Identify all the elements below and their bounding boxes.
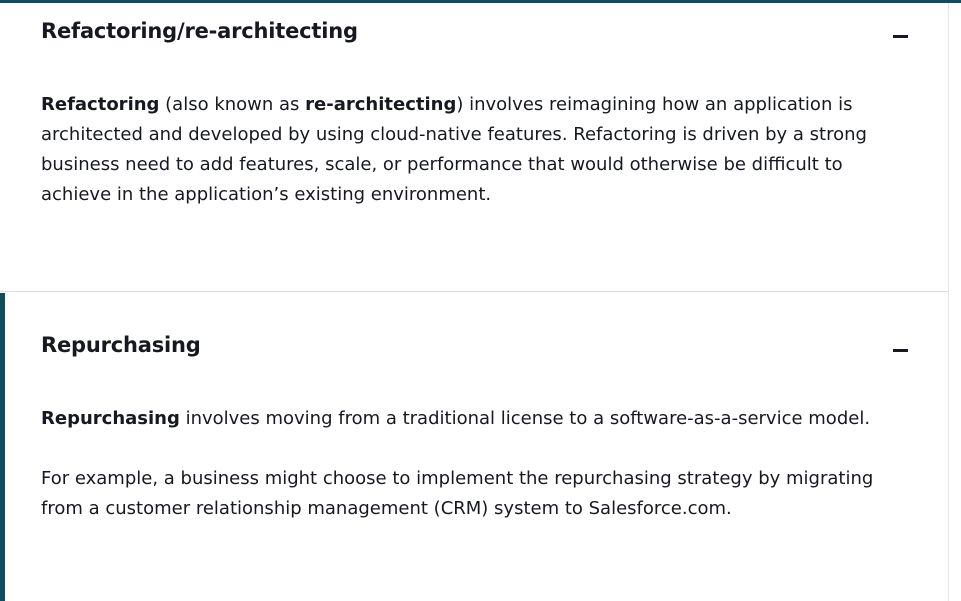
accordion-panel-repurchasing: Repurchasing Repurchasing involves movin… xyxy=(0,293,948,601)
panel-body-text: Repurchasing involves moving from a trad… xyxy=(41,404,891,434)
collapse-icon[interactable] xyxy=(889,339,911,361)
panel-title[interactable]: Repurchasing xyxy=(41,333,201,357)
bold-term: Repurchasing xyxy=(41,408,180,429)
bold-term: re-architecting xyxy=(305,94,457,115)
right-divider xyxy=(948,3,949,601)
panel-body-text: Refactoring (also known as re-architecti… xyxy=(41,90,891,210)
page: Refactoring/re-architecting Refactoring … xyxy=(0,0,961,601)
collapse-icon[interactable] xyxy=(889,25,911,47)
panel-body-text: For example, a business might choose to … xyxy=(41,468,874,519)
body-text-span: (also known as xyxy=(159,94,306,115)
bold-term: Refactoring xyxy=(41,94,160,115)
body-text-span: involves moving from a traditional licen… xyxy=(179,408,871,429)
panel-title[interactable]: Refactoring/re-architecting xyxy=(41,19,358,43)
accordion-panel-refactoring: Refactoring/re-architecting Refactoring … xyxy=(0,3,948,292)
